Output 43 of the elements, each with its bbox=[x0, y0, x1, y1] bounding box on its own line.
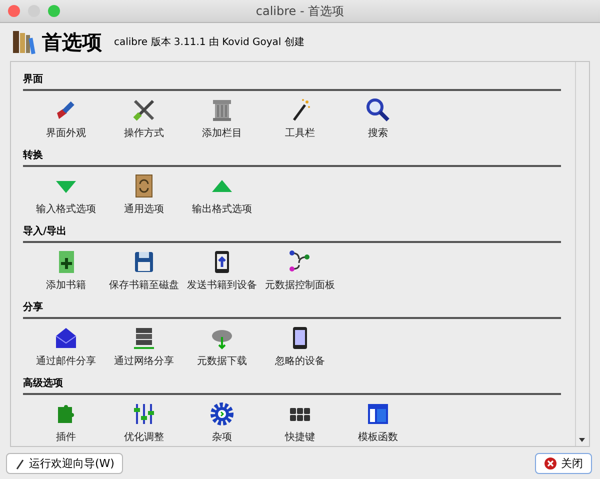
preference-item[interactable]: 保存书籍至磁盘 bbox=[109, 249, 179, 292]
section-title: 高级选项 bbox=[23, 376, 64, 391]
preference-item[interactable]: 发送书籍到设备 bbox=[187, 249, 257, 292]
preference-item[interactable]: 搜索 bbox=[343, 97, 413, 140]
close-button[interactable]: 关闭 bbox=[535, 453, 592, 474]
tools-icon bbox=[131, 97, 157, 123]
layout-icon bbox=[365, 401, 391, 427]
preference-item[interactable]: 杂项 bbox=[187, 401, 257, 444]
section-title: 界面 bbox=[23, 72, 44, 87]
preferences-title: 首选项 bbox=[42, 28, 102, 56]
preference-item[interactable]: 插件 bbox=[31, 401, 101, 444]
zoom-window-icon[interactable] bbox=[48, 5, 60, 17]
preference-item[interactable]: 界面外观 bbox=[31, 97, 101, 140]
preference-item[interactable]: 通过网络分享 bbox=[109, 325, 179, 368]
section-title: 导入/导出 bbox=[23, 224, 68, 239]
preference-item[interactable]: 添加书籍 bbox=[31, 249, 101, 292]
close-icon bbox=[544, 457, 557, 470]
envelope-icon bbox=[53, 325, 79, 351]
welcome-wizard-button[interactable]: 运行欢迎向导(W) bbox=[6, 453, 124, 474]
close-window-icon[interactable] bbox=[8, 5, 20, 17]
preference-item[interactable]: 元数据下载 bbox=[187, 325, 257, 368]
preference-item[interactable]: 添加栏目 bbox=[187, 97, 257, 140]
preference-item[interactable]: 通用选项 bbox=[109, 173, 179, 216]
preference-item[interactable]: 元数据控制面板 bbox=[265, 249, 335, 292]
preference-item[interactable]: 快捷键 bbox=[265, 401, 335, 444]
preference-item[interactable]: 工具栏 bbox=[265, 97, 335, 140]
preference-item[interactable]: 输出格式选项 bbox=[187, 173, 257, 216]
search-icon bbox=[365, 97, 391, 123]
server-icon bbox=[131, 325, 157, 351]
preference-item[interactable]: 忽略的设备 bbox=[265, 325, 335, 368]
preference-item[interactable]: 操作方式 bbox=[109, 97, 179, 140]
gear-icon bbox=[209, 401, 235, 427]
window-title: calibre - 首选项 bbox=[256, 4, 344, 18]
preference-item[interactable]: 优化调整 bbox=[109, 401, 179, 444]
preference-item[interactable]: 输入格式选项 bbox=[31, 173, 101, 216]
section-title: 分享 bbox=[23, 300, 44, 315]
wand-icon bbox=[15, 458, 25, 470]
books-icon bbox=[12, 29, 36, 55]
section-title: 转换 bbox=[23, 148, 44, 163]
version-text: calibre 版本 3.11.1 由 Kovid Goyal 创建 bbox=[114, 36, 304, 49]
sliders-icon bbox=[131, 401, 157, 427]
preference-item[interactable]: 模板函数 bbox=[343, 401, 413, 444]
preference-item[interactable]: 通过邮件分享 bbox=[31, 325, 101, 368]
